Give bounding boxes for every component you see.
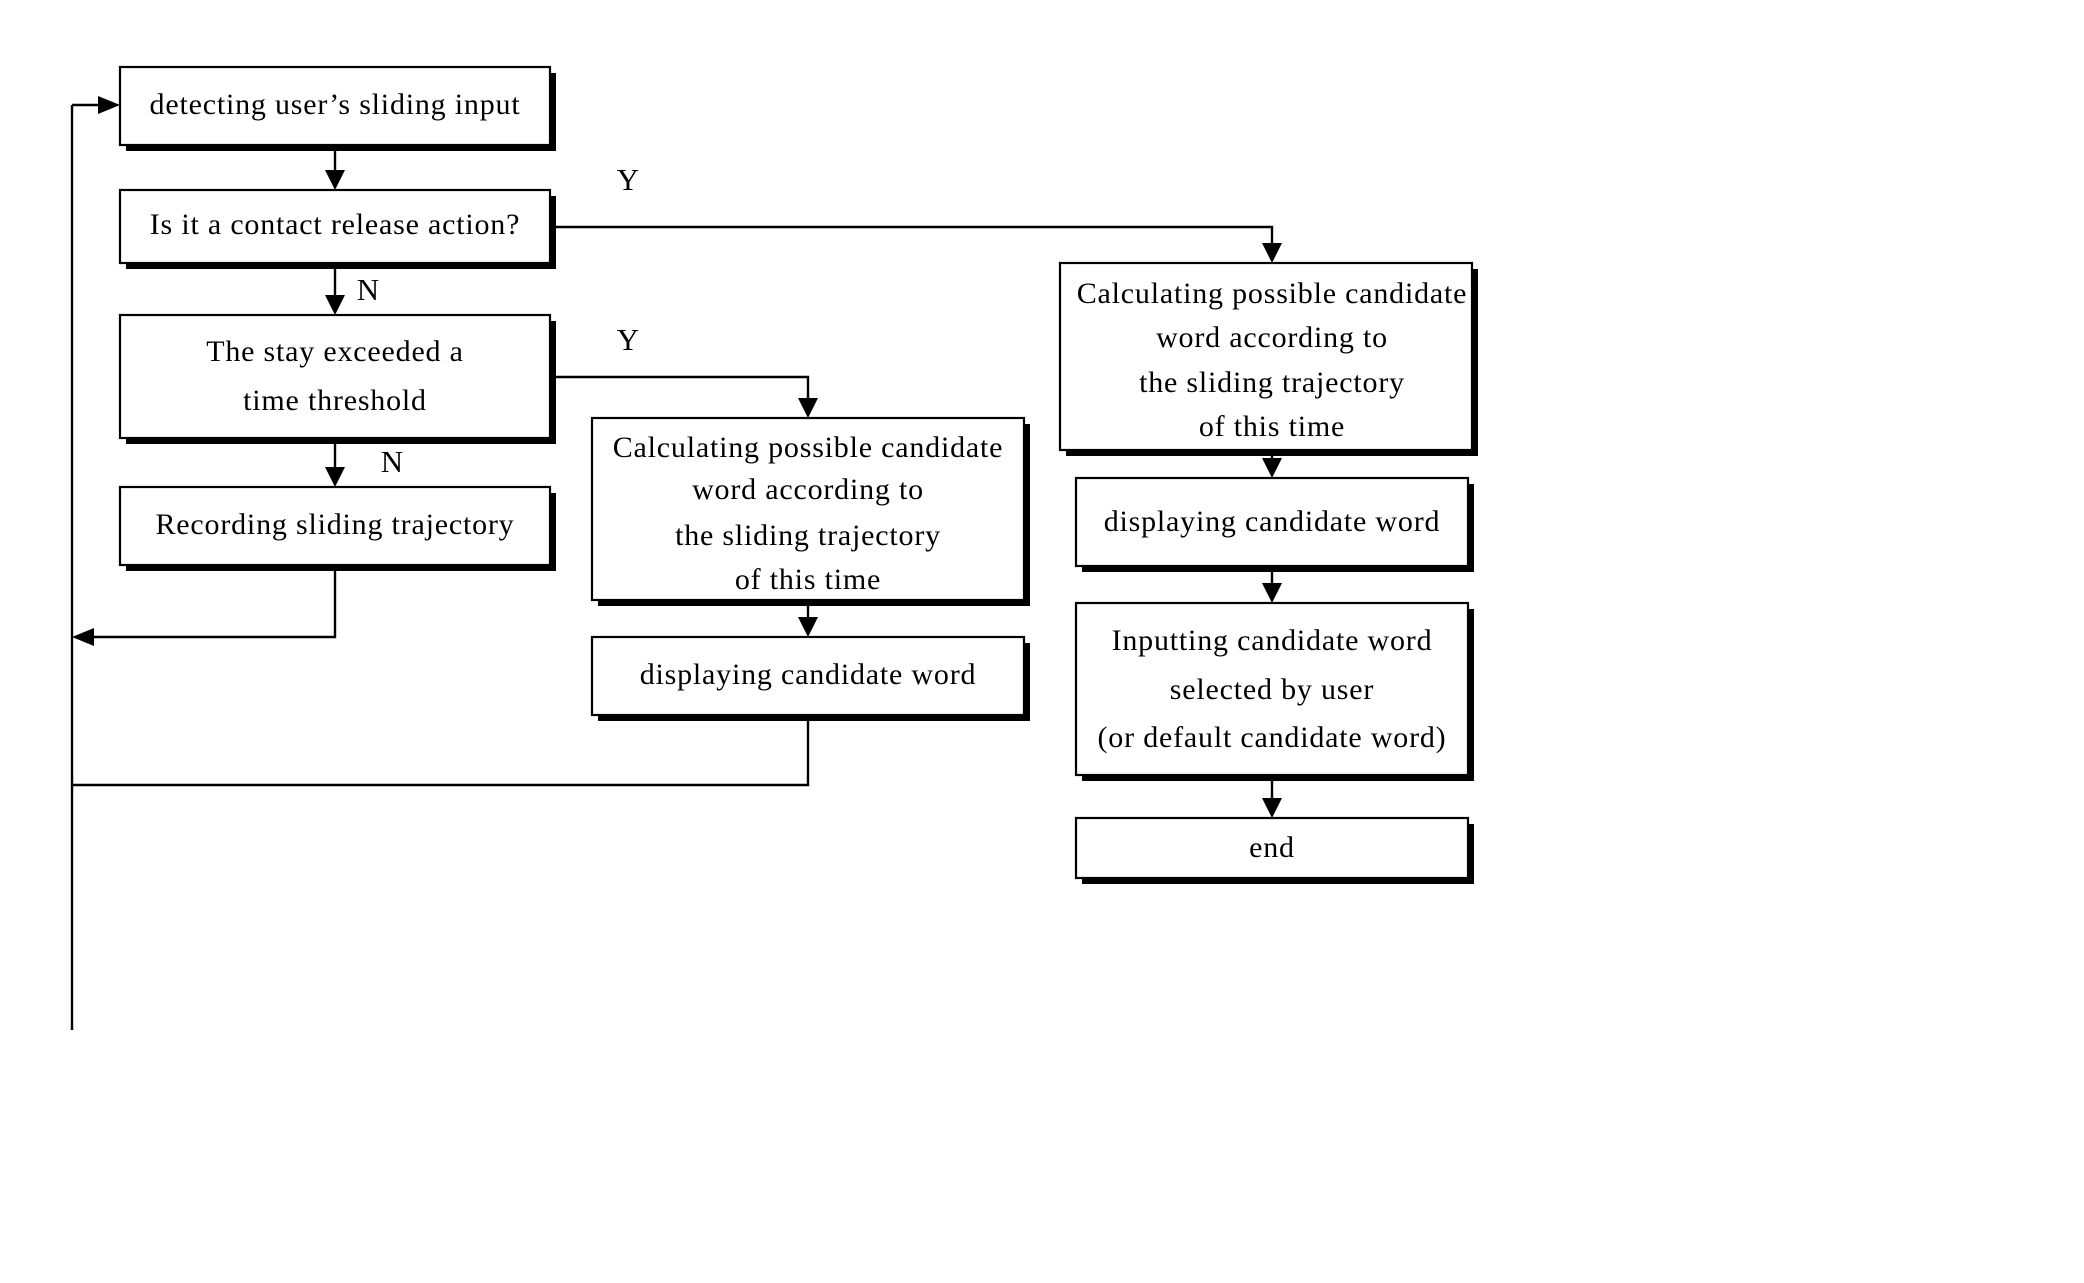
node-calc-right[interactable]: Calculating possible candidate word acco… bbox=[1058, 261, 1478, 456]
arrowhead-threshold-calcmid bbox=[798, 398, 818, 418]
node-record[interactable]: Recording sliding trajectory bbox=[118, 485, 556, 571]
node-detect[interactable]: detecting user’s sliding input bbox=[118, 65, 556, 151]
node-display-mid-label: displaying candidate word bbox=[640, 658, 977, 691]
edge-label-no-threshold: N bbox=[381, 444, 403, 479]
node-input-right[interactable]: Inputting candidate word selected by use… bbox=[1074, 601, 1474, 781]
node-calc-right-line2: word according to bbox=[1156, 321, 1388, 354]
node-display-mid[interactable]: displaying candidate word bbox=[590, 635, 1030, 721]
arrowhead-calcright-displayright bbox=[1262, 458, 1282, 478]
node-input-right-line2: selected by user bbox=[1170, 673, 1374, 706]
node-input-right-line1: Inputting candidate word bbox=[1112, 624, 1433, 657]
node-end[interactable]: end bbox=[1074, 816, 1474, 884]
edge-label-no-release: N bbox=[357, 272, 379, 307]
node-calc-mid-line3: the sliding trajectory bbox=[675, 519, 941, 552]
arrowhead-inputright-end bbox=[1262, 798, 1282, 818]
node-calc-right-line3: the sliding trajectory bbox=[1139, 366, 1405, 399]
node-display-right-label: displaying candidate word bbox=[1104, 505, 1441, 538]
node-display-right[interactable]: displaying candidate word bbox=[1074, 476, 1474, 572]
edge-record-loopback bbox=[84, 565, 337, 639]
node-release[interactable]: Is it a contact release action? bbox=[118, 188, 556, 269]
node-calc-mid-line4: of this time bbox=[735, 563, 881, 596]
node-threshold-box[interactable] bbox=[118, 313, 552, 440]
arrowhead-threshold-record bbox=[325, 467, 345, 487]
node-record-label: Recording sliding trajectory bbox=[156, 508, 515, 541]
nodes-layer: detecting user’s sliding input Is it a c… bbox=[118, 65, 1478, 884]
edge-threshold-calcmid bbox=[550, 375, 810, 410]
edge-label-yes-release: Y bbox=[617, 162, 639, 197]
edge-label-yes-threshold: Y bbox=[617, 322, 639, 357]
flowchart-canvas: detecting user’s sliding input Is it a c… bbox=[0, 0, 2084, 1283]
node-detect-label: detecting user’s sliding input bbox=[150, 88, 521, 121]
node-threshold-label-line2: time threshold bbox=[243, 384, 427, 417]
edge-displaymid-loopback bbox=[72, 715, 810, 787]
arrowhead-release-threshold bbox=[325, 295, 345, 315]
node-threshold-label-line1: The stay exceeded a bbox=[206, 335, 464, 368]
node-calc-right-line4: of this time bbox=[1199, 410, 1345, 443]
arrowhead-calcmid-displaymid bbox=[798, 617, 818, 637]
node-input-right-line3: (or default candidate word) bbox=[1098, 721, 1447, 754]
node-calc-right-line1: Calculating possible candidate bbox=[1077, 277, 1468, 310]
edge-release-calcright bbox=[550, 225, 1274, 255]
node-calc-mid[interactable]: Calculating possible candidate word acco… bbox=[590, 416, 1030, 606]
node-threshold[interactable]: The stay exceeded a time threshold bbox=[118, 313, 556, 444]
arrowhead-release-calcright bbox=[1262, 243, 1282, 263]
node-calc-mid-line1: Calculating possible candidate bbox=[613, 431, 1004, 464]
arrowhead-displayright-inputright bbox=[1262, 583, 1282, 603]
arrowhead-record-loopback bbox=[72, 628, 94, 646]
node-calc-mid-line2: word according to bbox=[692, 473, 924, 506]
arrowhead-detect-release bbox=[325, 170, 345, 190]
flowchart-svg: detecting user’s sliding input Is it a c… bbox=[70, 65, 1478, 1030]
node-release-label: Is it a contact release action? bbox=[150, 208, 520, 241]
node-end-label: end bbox=[1249, 831, 1295, 864]
arrowhead-into-detect bbox=[98, 96, 120, 114]
